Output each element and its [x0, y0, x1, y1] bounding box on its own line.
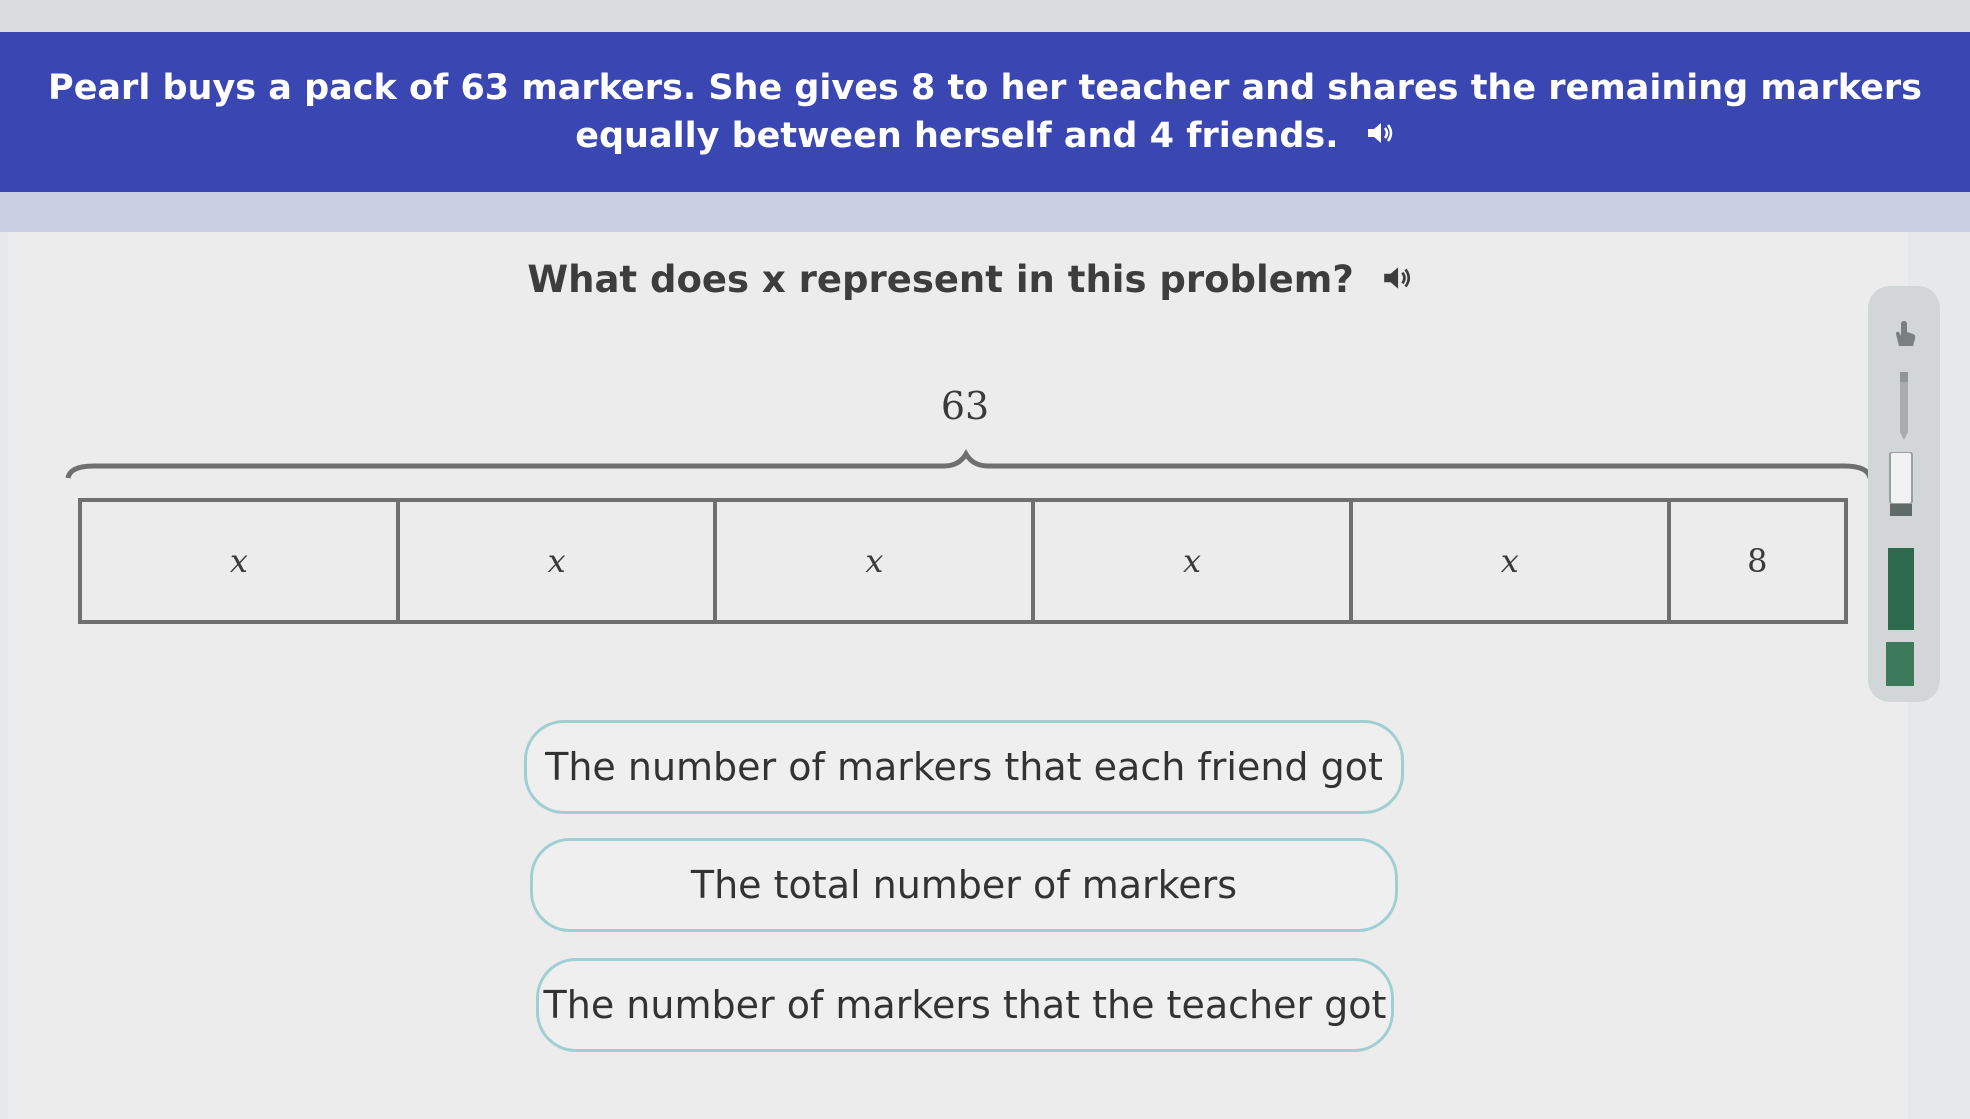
tape-cell-x: x — [717, 502, 1036, 620]
tape-cell-teacher: 8 — [1747, 542, 1768, 580]
question-prompt: What does x represent in this problem? — [0, 258, 1940, 303]
tape-cell-x: x — [400, 502, 718, 620]
speaker-icon[interactable] — [1365, 113, 1395, 161]
tape-brace — [65, 449, 1873, 479]
tape-total-label: 63 — [940, 384, 990, 428]
highlighter-icon[interactable] — [1880, 548, 1920, 692]
problem-line-2-wrap: equally between herself and 4 friends. — [575, 112, 1394, 161]
top-strip — [0, 0, 1970, 32]
eraser-icon[interactable] — [1882, 451, 1918, 522]
problem-line-2: equally between herself and 4 friends. — [575, 115, 1339, 156]
tape-cell-x: x — [1353, 502, 1671, 620]
tape-cell-x: x — [82, 502, 400, 620]
answer-choice[interactable]: The total number of markers — [530, 838, 1398, 932]
banner-shadow-band — [0, 192, 1970, 232]
answer-choice[interactable]: The number of markers that the teacher g… — [536, 958, 1394, 1052]
problem-banner: Pearl buys a pack of 63 markers. She giv… — [0, 32, 1970, 192]
question-text: What does x represent in this problem? — [527, 258, 1354, 301]
speaker-icon[interactable] — [1381, 260, 1413, 303]
answer-choice[interactable]: The number of markers that each friend g… — [524, 720, 1404, 814]
tool-sidebar — [1868, 286, 1940, 702]
problem-line-1: Pearl buys a pack of 63 markers. She giv… — [48, 67, 1922, 108]
tape-diagram: x x x x x 8 — [78, 498, 1848, 624]
pencil-icon[interactable] — [1890, 370, 1918, 444]
tape-cell-x: x — [1035, 502, 1353, 620]
hand-pointer-icon[interactable] — [1888, 318, 1920, 354]
